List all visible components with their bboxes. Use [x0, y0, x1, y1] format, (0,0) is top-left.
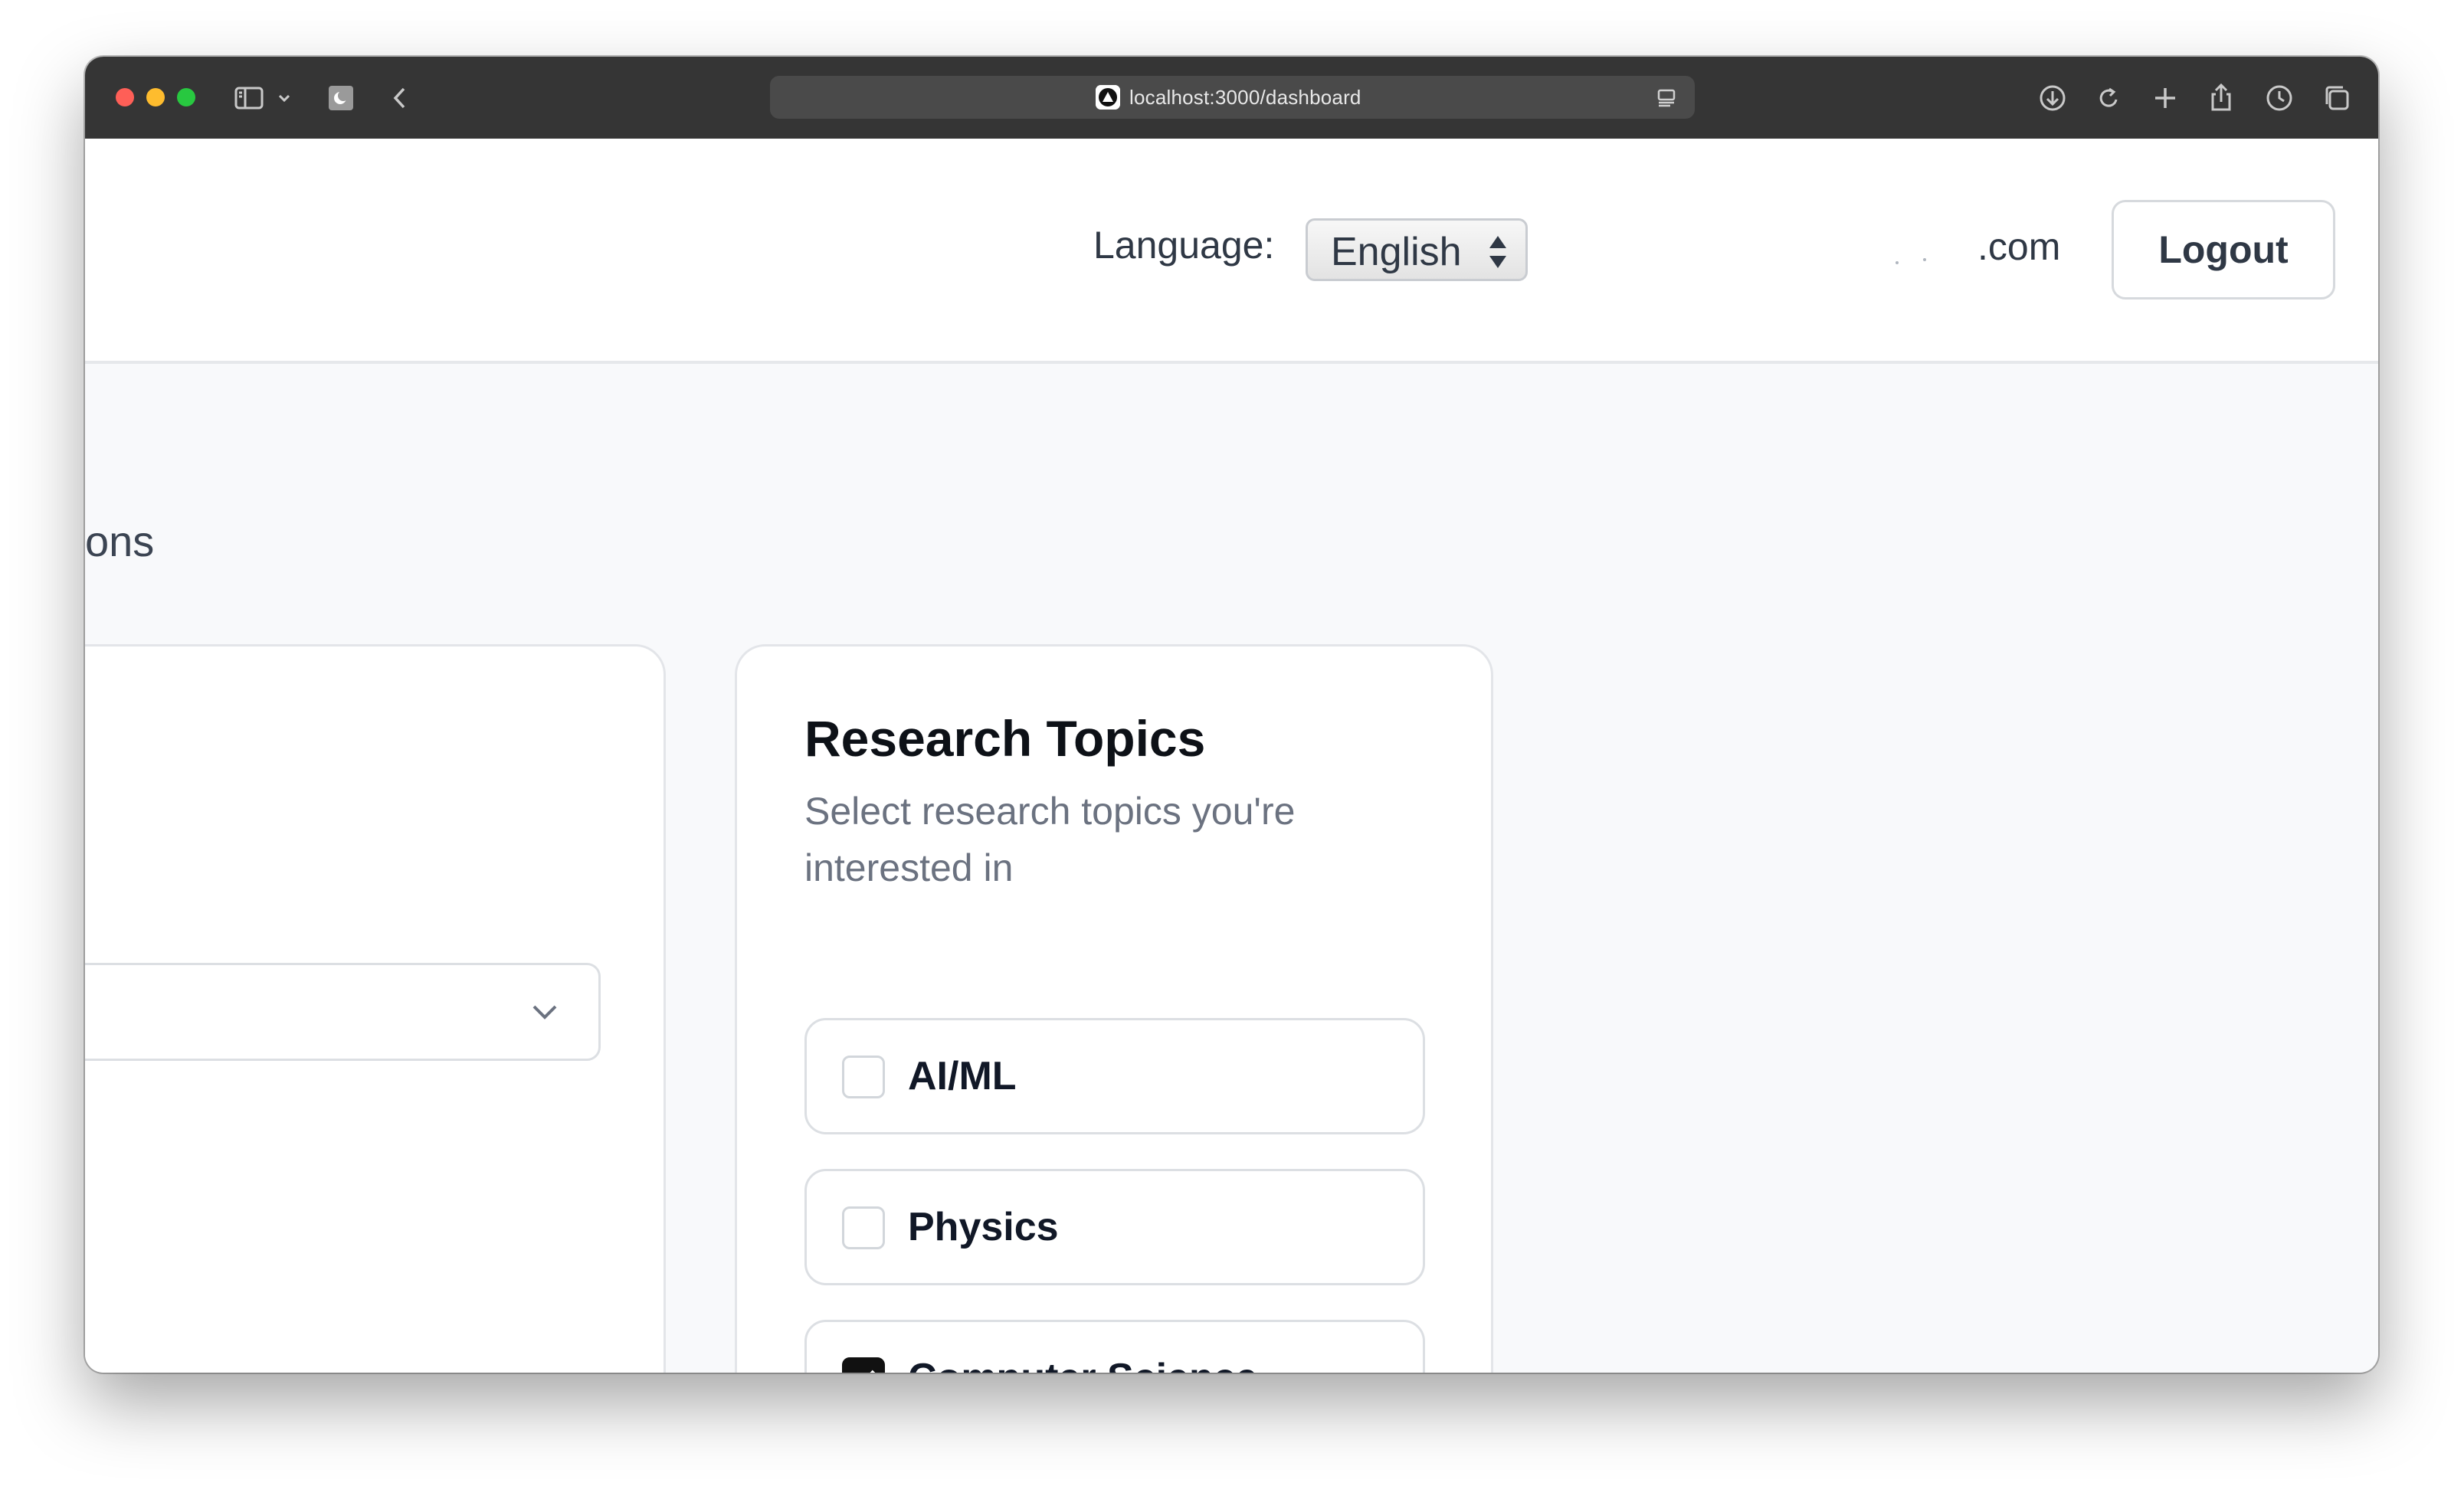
address-bar[interactable]: localhost:3000/dashboard — [770, 76, 1695, 119]
section-title: ons — [85, 517, 155, 565]
close-window-button[interactable] — [116, 88, 134, 106]
download-icon[interactable] — [2036, 81, 2069, 115]
preference-select[interactable] — [85, 963, 601, 1061]
language-select-value: English — [1331, 230, 1462, 274]
language-label: Language: — [1093, 224, 1275, 267]
topic-label: Computer Science — [908, 1355, 1258, 1373]
preferences-card — [85, 644, 666, 1373]
history-icon[interactable] — [2262, 81, 2296, 115]
topic-option-physics[interactable]: Physics — [804, 1169, 1425, 1285]
minimize-window-button[interactable] — [146, 88, 165, 106]
extension-icon[interactable] — [324, 81, 358, 115]
topic-label: Physics — [908, 1205, 1059, 1249]
chevron-down-icon[interactable] — [274, 81, 295, 115]
topic-checkbox[interactable] — [842, 1056, 885, 1098]
browser-titlebar: localhost:3000/dashboard — [85, 57, 2378, 140]
select-arrows-icon — [1487, 233, 1509, 271]
logout-button[interactable]: Logout — [2112, 200, 2335, 299]
topic-checkbox[interactable] — [842, 1206, 885, 1249]
language-select[interactable]: English — [1306, 218, 1528, 281]
reader-icon[interactable] — [1655, 87, 1678, 110]
browser-window: localhost:3000/dashboard Language: Engli… — [85, 57, 2378, 1373]
topic-label: AI/ML — [908, 1054, 1017, 1098]
checkmark-icon — [870, 1370, 876, 1373]
site-favicon-icon — [1096, 85, 1120, 110]
chevron-down-icon — [529, 1000, 560, 1025]
email-redacted-icon — [1889, 252, 1951, 267]
topic-checkbox-checked[interactable] — [842, 1357, 885, 1373]
research-topics-card: Research Topics Select research topics y… — [735, 644, 1493, 1373]
address-url: localhost:3000/dashboard — [1129, 86, 1361, 109]
reload-icon[interactable] — [2092, 81, 2126, 115]
sidebar-icon[interactable] — [232, 81, 266, 115]
topic-option-computer-science[interactable]: Computer Science — [804, 1320, 1425, 1373]
user-email: .com — [1977, 225, 2061, 268]
zoom-window-button[interactable] — [177, 88, 195, 106]
new-tab-icon[interactable] — [2148, 81, 2182, 115]
card-subtitle: Select research topics you're interested… — [804, 790, 1296, 889]
share-icon[interactable] — [2204, 81, 2238, 115]
tabs-overview-icon[interactable] — [2320, 81, 2354, 115]
app-header: Language: English .com Logout — [85, 139, 2378, 364]
back-icon[interactable] — [384, 81, 418, 115]
card-title: Research Topics — [804, 710, 1206, 767]
topic-option-ai-ml[interactable]: AI/ML — [804, 1018, 1425, 1134]
